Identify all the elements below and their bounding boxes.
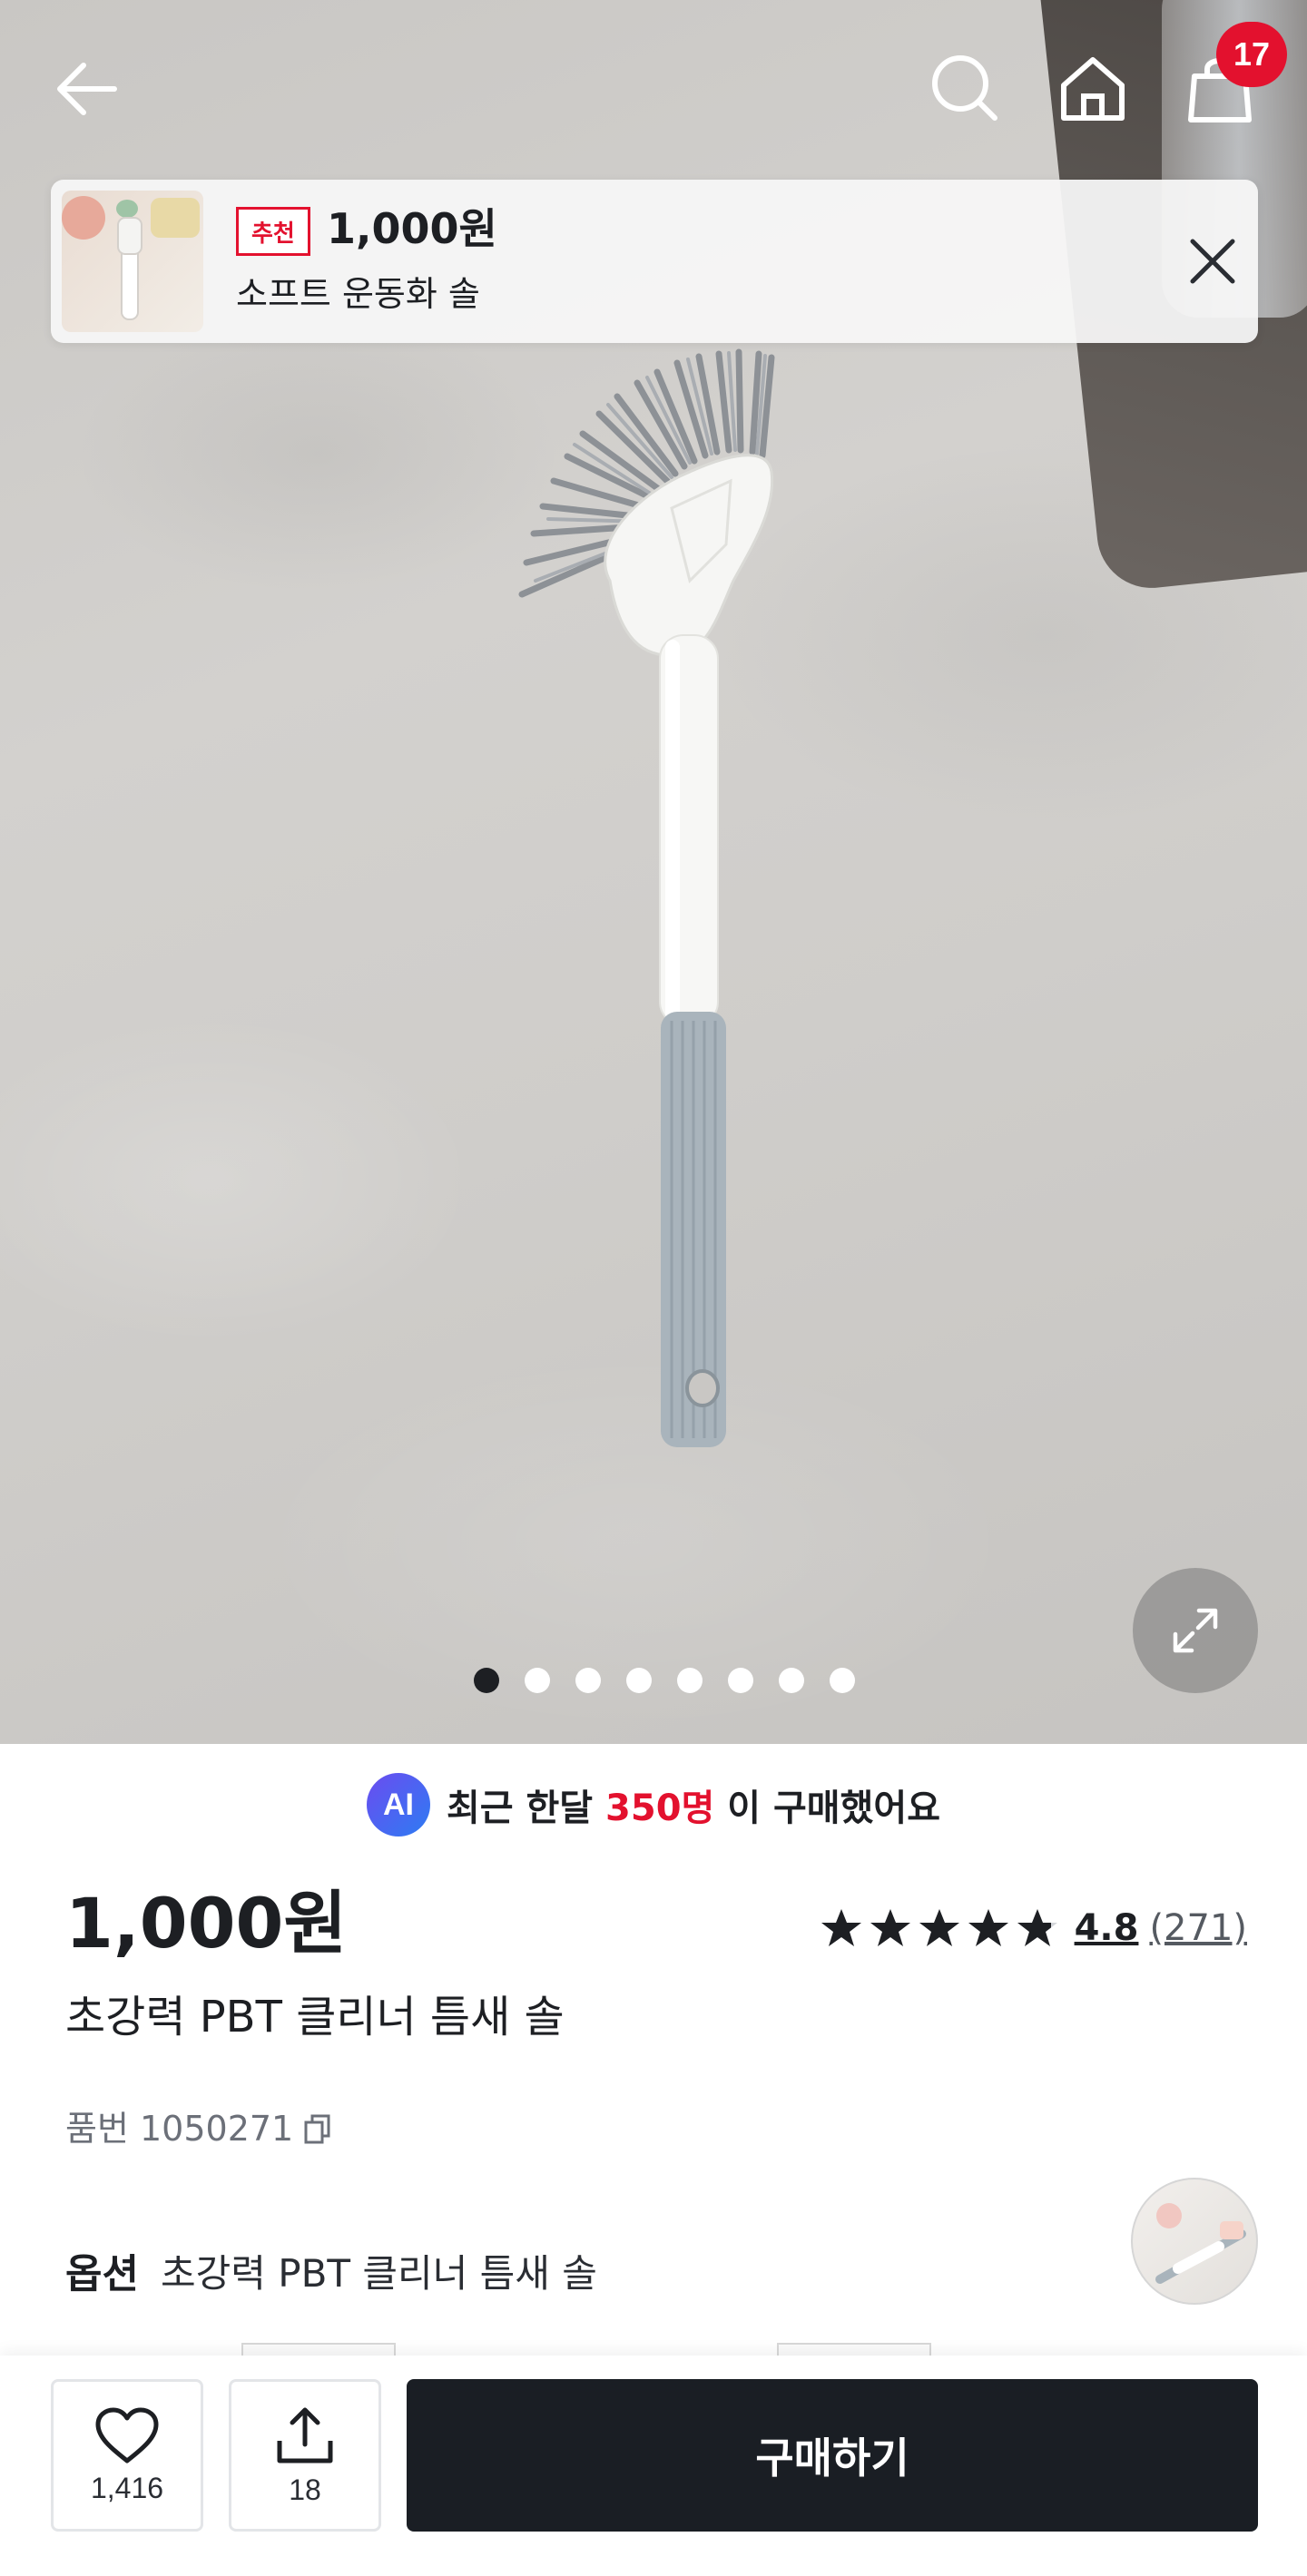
close-icon xyxy=(1190,239,1235,284)
like-count: 1,416 xyxy=(90,2471,164,2504)
star-icon xyxy=(870,1909,910,1946)
purchase-notice-prefix: 최근 한달 xyxy=(446,1788,594,1829)
search-icon xyxy=(932,55,997,121)
product-title: 초강력 PBT 클리너 틈새 솔 xyxy=(65,1992,565,2042)
share-count: 18 xyxy=(289,2473,321,2506)
purchase-notice: AI 최근 한달 350명 이 구매했어요 xyxy=(0,1771,1307,1838)
purchase-notice-text: 최근 한달 350명 이 구매했어요 xyxy=(447,1778,940,1831)
recommendation-price: 1,000원 xyxy=(327,204,497,253)
star-icon xyxy=(919,1909,959,1946)
ai-badge: AI xyxy=(366,1773,430,1837)
option-thumbnail[interactable] xyxy=(1131,2178,1258,2305)
buy-button[interactable]: 구매하기 xyxy=(407,2379,1258,2532)
expand-icon xyxy=(1173,1608,1218,1653)
purchase-notice-suffix: 이 구매했어요 xyxy=(727,1788,941,1829)
option-row[interactable]: 옵션 초강력 PBT 클리너 틈새 솔 xyxy=(65,2241,597,2299)
recommendation-banner[interactable]: 추천 1,000원 소프트 운동화 솔 xyxy=(51,180,1258,343)
purchase-count: 350명 xyxy=(605,1788,715,1829)
star-icon xyxy=(821,1909,861,1946)
pagination-dot[interactable] xyxy=(525,1668,550,1693)
rating-summary[interactable]: 4.8 (271) xyxy=(819,1898,1247,1958)
product-sku: 품번 1050271 xyxy=(65,2103,333,2154)
search-button[interactable] xyxy=(922,45,1009,132)
star-rating xyxy=(819,1906,1060,1950)
arrow-left-icon xyxy=(57,63,117,115)
option-label: 옵션 xyxy=(65,2251,139,2297)
heart-icon xyxy=(95,2407,159,2463)
back-button[interactable] xyxy=(44,45,131,132)
option-brush-image xyxy=(1155,2203,1246,2284)
star-icon xyxy=(968,1909,1008,1946)
pagination-dot[interactable] xyxy=(474,1668,499,1693)
pagination-dot[interactable] xyxy=(830,1668,855,1693)
close-banner-button[interactable] xyxy=(1167,216,1258,307)
like-button[interactable]: 1,416 xyxy=(51,2379,203,2532)
recommended-tag: 추천 xyxy=(236,207,310,256)
share-icon xyxy=(277,2407,333,2463)
rating-score[interactable]: 4.8 xyxy=(1075,1907,1139,1949)
recommendation-name: 소프트 운동화 솔 xyxy=(236,274,480,314)
product-price: 1,000원 xyxy=(65,1883,348,1964)
shoe-brush-thumbnail xyxy=(62,196,200,320)
pagination-dot[interactable] xyxy=(575,1668,601,1693)
copy-icon[interactable] xyxy=(302,2112,333,2145)
home-button[interactable] xyxy=(1049,45,1136,132)
pagination-dot[interactable] xyxy=(677,1668,703,1693)
pagination-dot[interactable] xyxy=(728,1668,753,1693)
pagination-dot[interactable] xyxy=(626,1668,652,1693)
recommendation-thumbnail xyxy=(62,191,203,332)
cart-count-badge: 17 xyxy=(1216,22,1287,87)
top-navigation-bar: 17 xyxy=(0,0,1307,172)
star-icon xyxy=(1017,1909,1057,1946)
bottom-action-bar: 1,416 18 구매하기 xyxy=(0,2356,1307,2576)
sku-text: 품번 1050271 xyxy=(65,2109,294,2149)
image-pagination-dots xyxy=(0,1668,1307,1695)
review-count[interactable]: (271) xyxy=(1149,1907,1247,1949)
option-value: 초강력 PBT 클리너 틈새 솔 xyxy=(160,2250,597,2296)
share-button[interactable]: 18 xyxy=(229,2379,381,2532)
home-icon xyxy=(1061,57,1125,121)
pagination-dot[interactable] xyxy=(779,1668,804,1693)
